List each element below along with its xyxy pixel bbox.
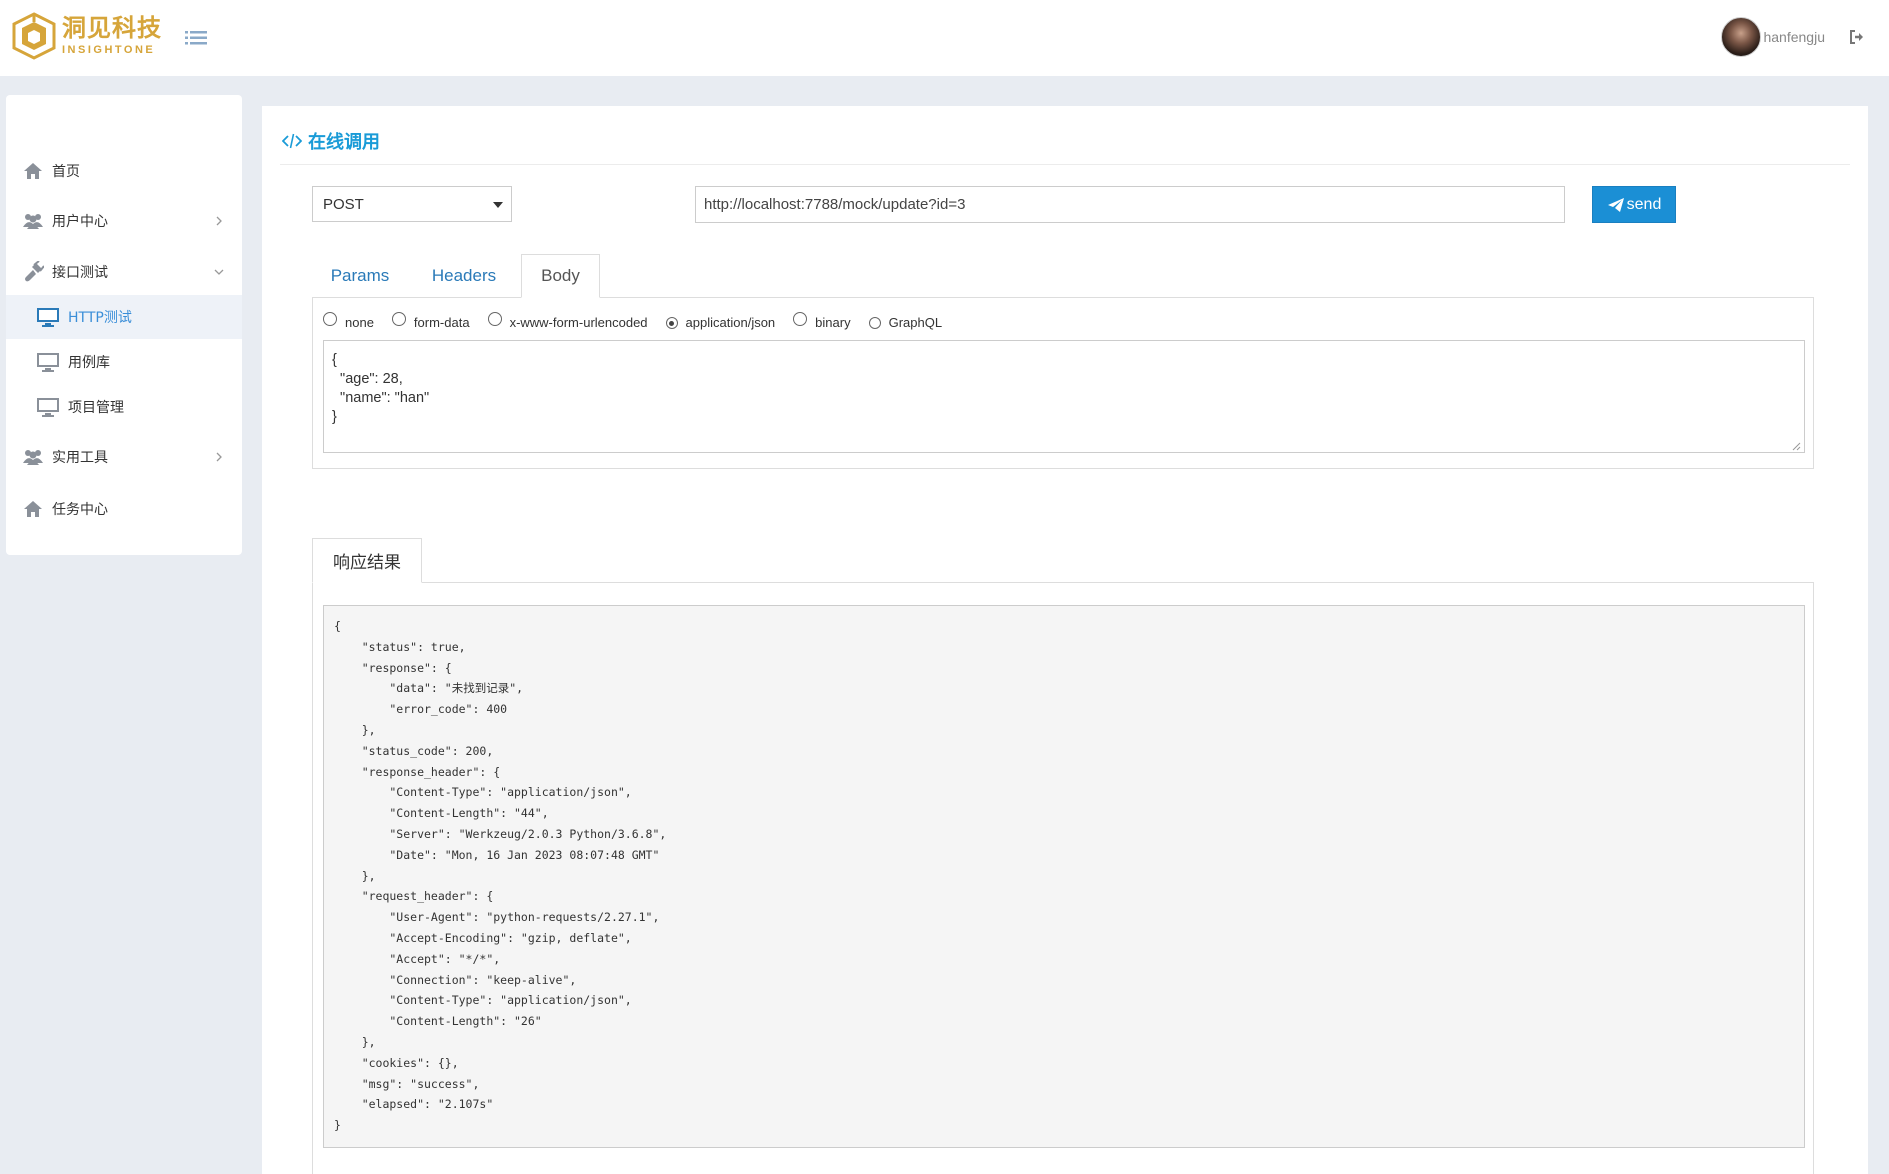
home-icon [24, 163, 42, 179]
divider [280, 164, 1850, 165]
radio-circle-checked[interactable] [665, 317, 678, 329]
radio-circle[interactable] [868, 317, 881, 329]
radio-label: form-data [413, 315, 470, 330]
sidebar-item-project-management[interactable]: 项目管理 [6, 385, 242, 429]
sidebar-item-label: 实用工具 [52, 450, 108, 466]
radio-circle[interactable] [391, 312, 406, 326]
radio-urlencoded[interactable]: x-www-form-urlencoded [487, 312, 648, 330]
radio-form-data[interactable]: form-data [391, 312, 470, 330]
radio-circle[interactable] [323, 312, 337, 326]
radio-circle[interactable] [487, 312, 502, 326]
users-icon [23, 450, 43, 465]
sidebar-item-label: HTTP测试 [68, 310, 132, 326]
sidebar-item-case-library[interactable]: 用例库 [6, 340, 242, 384]
chevron-right-icon [216, 216, 222, 226]
avatar[interactable] [1721, 17, 1762, 57]
chevron-right-icon [216, 452, 222, 462]
radio-binary[interactable]: binary [793, 312, 851, 330]
tab-params[interactable]: Params [312, 254, 408, 298]
method-select-value: POST [323, 195, 364, 213]
sidebar-item-tools[interactable]: 实用工具 [6, 433, 242, 481]
send-button-label: send [1626, 195, 1662, 213]
radio-label: x-www-form-urlencoded [509, 315, 648, 330]
sidebar-item-user-center[interactable]: 用户中心 [6, 197, 242, 245]
logout-icon[interactable] [1849, 29, 1865, 45]
url-input[interactable] [695, 186, 1565, 223]
sidebar-item-http-test[interactable]: HTTP测试 [6, 295, 242, 339]
main-content: 在线调用 POST send Params Headers Body none … [262, 106, 1868, 1174]
radio-label: binary [815, 315, 851, 330]
logo-text-en: INSIGHTONE [62, 44, 156, 56]
logo-text-cn: 洞见科技 [62, 14, 162, 42]
body-panel: none form-data x-www-form-urlencoded app… [312, 297, 1814, 469]
response-output: { "status": true, "response": { "data": … [323, 605, 1805, 1148]
sidebar-item-api-test[interactable]: 接口测试 [6, 248, 242, 296]
sidebar-item-label: 用例库 [68, 355, 110, 371]
tab-body[interactable]: Body [521, 254, 600, 298]
page-title-text: 在线调用 [308, 132, 380, 153]
send-button[interactable]: send [1592, 186, 1676, 223]
menu-toggle-icon[interactable] [185, 29, 207, 47]
brand-logo[interactable]: 洞见科技 INSIGHTONE [12, 12, 162, 60]
radio-label: none [345, 315, 374, 330]
tab-headers[interactable]: Headers [408, 254, 520, 298]
radio-none[interactable]: none [323, 312, 374, 330]
radio-circle[interactable] [793, 312, 808, 326]
paper-plane-icon [1607, 197, 1624, 212]
username[interactable]: hanfengju [1763, 29, 1825, 45]
code-icon [282, 133, 302, 149]
sidebar-item-label: 首页 [52, 164, 80, 180]
response-panel: { "status": true, "response": { "data": … [312, 582, 1814, 1174]
chevron-down-icon [214, 269, 224, 275]
radio-label: GraphQL [888, 315, 943, 330]
monitor-icon [37, 398, 59, 417]
home-icon [24, 501, 42, 517]
sidebar-item-label: 用户中心 [52, 214, 108, 230]
caret-down-icon [493, 202, 503, 208]
top-header: 洞见科技 INSIGHTONE hanfengju [0, 0, 1889, 76]
body-type-radios: none form-data x-www-form-urlencoded app… [323, 312, 960, 330]
monitor-icon [37, 353, 59, 372]
radio-label: application/json [685, 315, 776, 330]
radio-graphql[interactable]: GraphQL [868, 315, 943, 330]
user-menu[interactable]: hanfengju [1721, 16, 1865, 58]
sidebar-item-label: 接口测试 [52, 265, 108, 281]
request-body-textarea[interactable]: { "age": 28, "name": "han" } [323, 340, 1805, 453]
sidebar: 首页 用户中心 接口测试 HTTP测试 用例库 项目管理 实用工具 任务中心 [6, 95, 242, 555]
sidebar-item-home[interactable]: 首页 [6, 147, 242, 195]
logo-cube-icon [12, 12, 56, 60]
tab-response[interactable]: 响应结果 [312, 538, 422, 583]
sidebar-item-task-center[interactable]: 任务中心 [6, 485, 242, 533]
sidebar-item-label: 任务中心 [52, 502, 108, 518]
resize-grip-icon[interactable] [1792, 442, 1801, 451]
method-select[interactable]: POST [312, 186, 512, 222]
page-title: 在线调用 [282, 128, 380, 154]
plug-icon [25, 261, 44, 282]
sidebar-item-label: 项目管理 [68, 400, 124, 416]
users-icon [23, 214, 43, 229]
monitor-icon [37, 308, 59, 327]
radio-application-json[interactable]: application/json [665, 315, 776, 330]
